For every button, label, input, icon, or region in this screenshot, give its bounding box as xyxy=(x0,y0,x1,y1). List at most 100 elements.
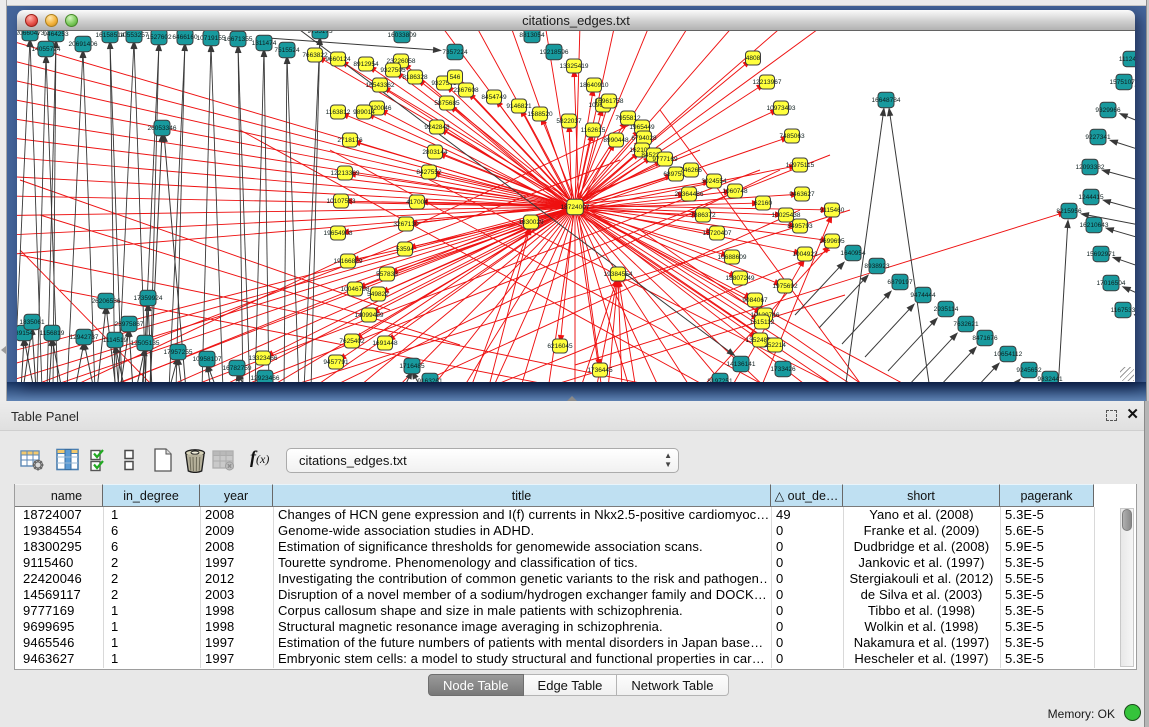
svg-text:12923466: 12923466 xyxy=(251,375,280,382)
svg-text:6794028: 6794028 xyxy=(631,135,657,142)
svg-text:549822: 549822 xyxy=(367,291,389,298)
svg-text:9699695: 9699695 xyxy=(819,238,845,245)
svg-text:10107553: 10107553 xyxy=(327,198,356,205)
svg-text:3024554: 3024554 xyxy=(701,178,727,185)
svg-text:1311474: 1311474 xyxy=(252,40,277,47)
svg-text:16961758: 16961758 xyxy=(595,98,624,105)
svg-text:417004: 417004 xyxy=(406,199,428,206)
svg-text:12942737: 12942737 xyxy=(70,334,99,341)
svg-text:1716485: 1716485 xyxy=(399,363,425,370)
svg-text:7663822: 7663822 xyxy=(302,52,328,59)
svg-text:10553257: 10553257 xyxy=(120,32,149,39)
svg-text:557833: 557833 xyxy=(376,271,398,278)
svg-text:7357224: 7357224 xyxy=(442,49,468,56)
svg-text:6216045: 6216045 xyxy=(547,343,573,350)
svg-text:16648784: 16648784 xyxy=(872,97,901,104)
svg-text:989014: 989014 xyxy=(353,109,375,116)
svg-text:4808: 4808 xyxy=(746,55,761,62)
svg-text:1588520: 1588520 xyxy=(527,111,553,118)
svg-text:9832441: 9832441 xyxy=(1037,376,1063,382)
svg-text:18724007: 18724007 xyxy=(561,204,590,211)
svg-text:5822037: 5822037 xyxy=(556,118,582,125)
svg-text:7515524: 7515524 xyxy=(274,47,300,54)
svg-text:8912954: 8912954 xyxy=(353,61,379,68)
svg-text:1163812: 1163812 xyxy=(326,109,351,116)
svg-text:7886372: 7886372 xyxy=(690,212,716,219)
svg-text:546: 546 xyxy=(450,74,461,81)
svg-text:8427552: 8427552 xyxy=(416,169,442,176)
svg-text:6466160: 6466160 xyxy=(172,34,198,41)
svg-text:16033809: 16033809 xyxy=(388,32,417,39)
svg-text:746266: 746266 xyxy=(680,167,702,174)
svg-text:12093382: 12093382 xyxy=(1076,164,1105,171)
svg-text:8938923: 8938923 xyxy=(864,263,890,270)
svg-text:8186328: 8186328 xyxy=(402,74,428,81)
svg-text:19654908: 19654908 xyxy=(324,230,353,237)
svg-text:19384554: 19384554 xyxy=(604,271,633,278)
svg-text:17957255: 17957255 xyxy=(164,349,193,356)
svg-text:9327505: 9327505 xyxy=(380,67,406,74)
svg-text:9457791: 9457791 xyxy=(323,359,349,366)
svg-text:16543362: 16543362 xyxy=(366,82,395,89)
svg-text:12505135: 12505135 xyxy=(131,340,160,347)
svg-text:6879197: 6879197 xyxy=(887,279,913,286)
svg-text:10958107: 10958107 xyxy=(193,356,222,363)
svg-text:10973493: 10973493 xyxy=(767,105,796,112)
svg-text:9227341: 9227341 xyxy=(1085,134,1111,141)
svg-text:9146821: 9146821 xyxy=(506,103,532,110)
svg-text:12213967: 12213967 xyxy=(753,79,782,86)
svg-text:8197251: 8197251 xyxy=(707,378,733,382)
svg-text:8813054: 8813054 xyxy=(519,32,545,39)
svg-text:14136141: 14136141 xyxy=(727,361,756,368)
svg-text:26053346: 26053346 xyxy=(148,125,177,132)
svg-text:14055724: 14055724 xyxy=(32,46,61,53)
svg-text:16782759: 16782759 xyxy=(223,365,252,372)
svg-text:1114519: 1114519 xyxy=(103,337,128,344)
svg-text:9755173: 9755173 xyxy=(307,31,333,35)
svg-text:1615112: 1615112 xyxy=(750,319,775,326)
svg-text:9463627: 9463627 xyxy=(789,191,815,198)
svg-text:10719155: 10719155 xyxy=(197,35,226,42)
svg-text:10688609: 10688609 xyxy=(718,254,747,261)
svg-text:17016504: 17016504 xyxy=(1097,280,1126,287)
svg-text:9084067: 9084067 xyxy=(742,297,768,304)
svg-text:9115460: 9115460 xyxy=(820,207,845,214)
svg-text:18807249: 18807249 xyxy=(726,275,755,282)
svg-text:1830029: 1830029 xyxy=(518,219,544,226)
svg-text:1736445: 1736445 xyxy=(587,367,613,374)
svg-text:8215956: 8215956 xyxy=(1056,208,1082,215)
svg-text:10046798: 10046798 xyxy=(341,286,370,293)
svg-text:7625402: 7625402 xyxy=(339,338,365,345)
svg-text:17359924: 17359924 xyxy=(134,295,163,302)
svg-text:3267130: 3267130 xyxy=(393,221,419,228)
svg-text:9474444: 9474444 xyxy=(910,292,936,299)
svg-text:20364486: 20364486 xyxy=(675,191,704,198)
svg-text:1060748: 1060748 xyxy=(722,188,748,195)
svg-text:1733426: 1733426 xyxy=(770,366,796,373)
svg-text:2367608: 2367608 xyxy=(453,87,479,94)
svg-text:9242848: 9242848 xyxy=(424,124,450,131)
svg-text:39154: 39154 xyxy=(17,330,33,337)
svg-text:1112494: 1112494 xyxy=(1119,56,1135,63)
svg-text:1965449: 1965449 xyxy=(629,124,655,131)
svg-text:252214: 252214 xyxy=(764,342,786,349)
svg-text:12975115: 12975115 xyxy=(786,162,815,169)
svg-text:1162615: 1162615 xyxy=(581,127,606,134)
svg-text:20660473: 20660473 xyxy=(17,31,45,37)
svg-text:1975692: 1975692 xyxy=(772,283,798,290)
svg-text:9464253: 9464253 xyxy=(43,31,69,38)
svg-text:1156819: 1156819 xyxy=(40,330,65,337)
svg-text:2935114: 2935114 xyxy=(934,306,959,313)
svg-text:8990448: 8990448 xyxy=(603,137,629,144)
svg-text:26206536: 26206536 xyxy=(92,298,121,305)
svg-text:5875685: 5875685 xyxy=(434,100,460,107)
svg-text:15751074: 15751074 xyxy=(1110,79,1135,86)
svg-text:13323466: 13323466 xyxy=(249,355,278,362)
svg-text:8471676: 8471676 xyxy=(972,335,998,342)
svg-text:19218596: 19218596 xyxy=(540,49,569,56)
svg-text:1527602: 1527602 xyxy=(146,34,172,41)
svg-text:19166829: 19166829 xyxy=(334,258,363,265)
svg-text:14099489: 14099489 xyxy=(355,312,384,319)
svg-text:1640954: 1640954 xyxy=(840,250,866,257)
svg-text:1691448: 1691448 xyxy=(372,340,398,347)
